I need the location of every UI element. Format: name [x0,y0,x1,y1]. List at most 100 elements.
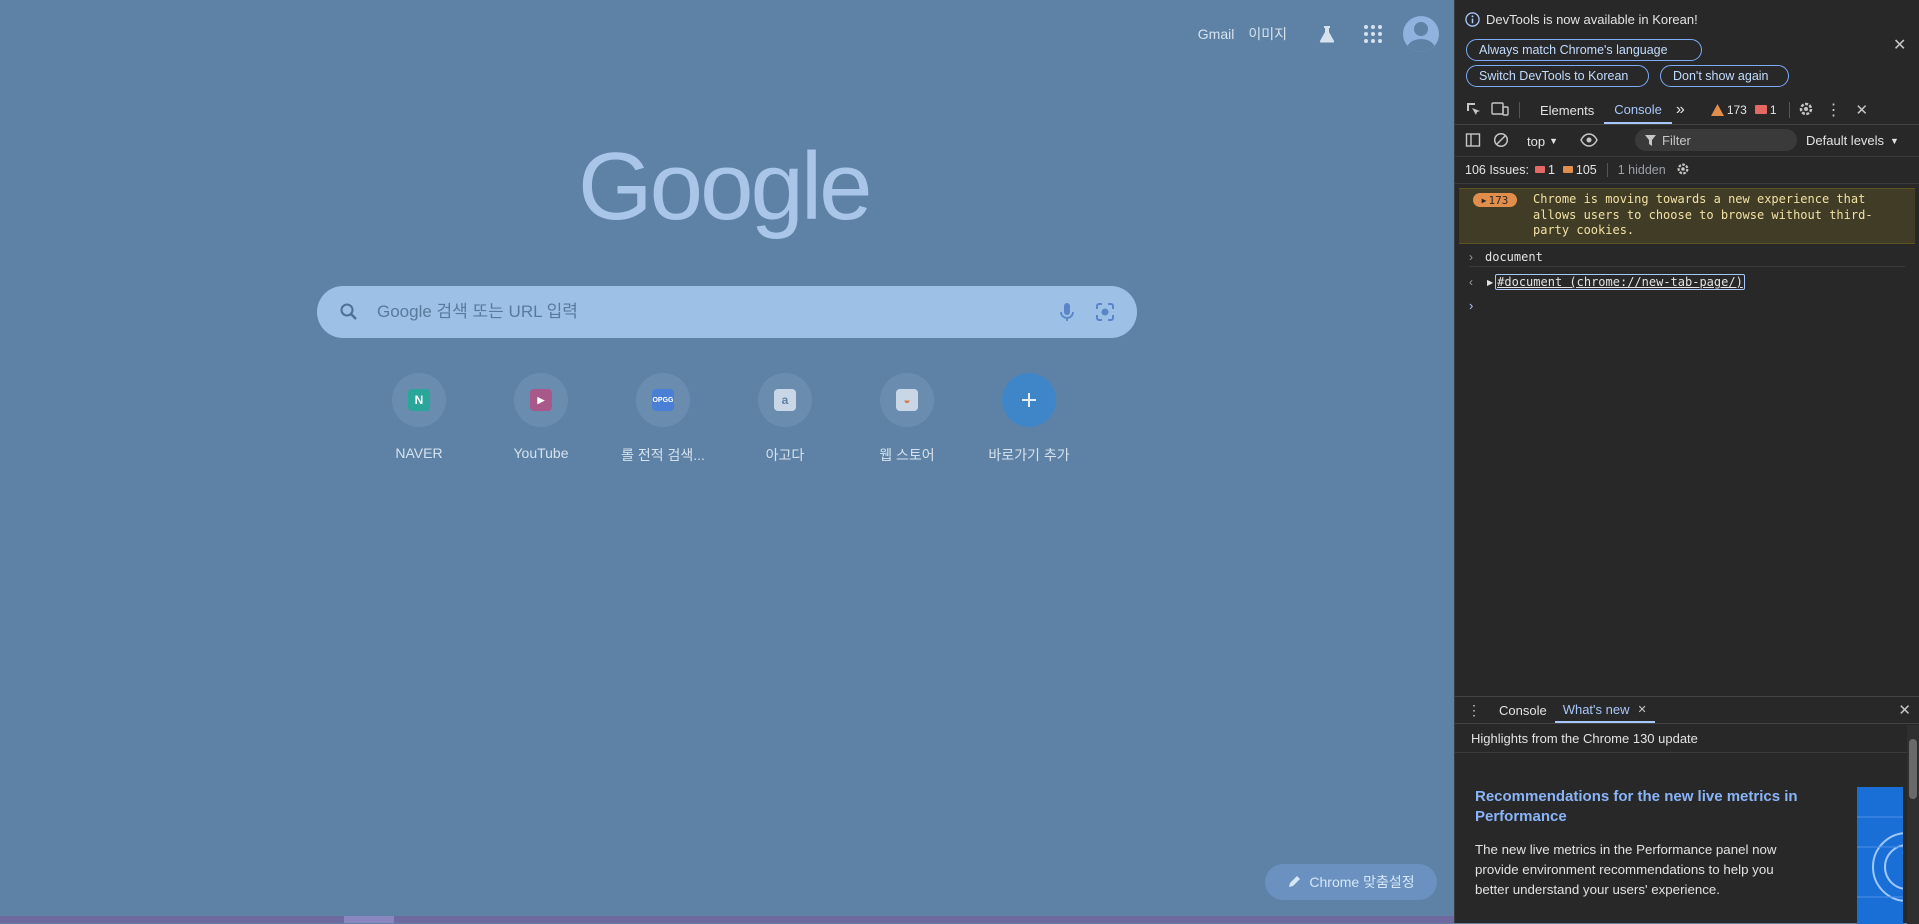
search-icon [339,302,359,322]
apps-grid-icon[interactable] [1353,14,1393,54]
language-banner: DevTools is now available in Korean! Alw… [1455,0,1919,96]
scrollbar-thumb[interactable] [1909,739,1917,799]
warning-text: Chrome is moving towards a new experienc… [1533,192,1873,237]
drawer-menu-icon[interactable]: ⋮ [1467,702,1481,719]
google-lens-icon[interactable] [1093,300,1117,329]
microphone-icon[interactable] [1059,300,1075,329]
close-drawer-icon[interactable]: ✕ [1898,701,1911,719]
always-match-language-button[interactable]: Always match Chrome's language [1466,39,1702,61]
console-prompt[interactable]: › [1469,298,1473,313]
filter-input[interactable]: Filter [1635,129,1797,151]
warning-icon [1710,104,1724,116]
inspect-element-icon[interactable] [1465,101,1481,120]
close-devtools-icon[interactable]: ✕ [1856,101,1869,119]
drawer-scrollbar[interactable] [1907,725,1919,924]
close-banner-icon[interactable]: ✕ [1893,38,1906,54]
shortcut-agoda[interactable]: a 아고다 [724,373,846,485]
taskbar-segment [344,916,394,923]
shortcut-label: NAVER [395,445,443,461]
shortcut-add[interactable]: 바로가기 추가 [968,373,1090,485]
separator [1788,102,1790,118]
log-levels-dropdown[interactable]: Default levels ▼ [1806,133,1899,148]
shortcut-circle: N [392,373,446,427]
drawer-tab-whats-new[interactable]: What's new ✕ [1554,697,1655,723]
expand-arrow-icon: ▶ [1481,195,1487,205]
top-bar: Gmail 이미지 [1198,16,1439,52]
errors-count: 1 [1769,103,1777,117]
opgg-icon: OPGG [652,389,674,411]
more-tabs-icon[interactable]: » [1672,96,1689,124]
gmail-link[interactable]: Gmail [1198,26,1235,42]
settings-gear-icon[interactable] [1798,101,1814,120]
issues-label: 106 Issues: [1465,163,1529,177]
google-logo: Google [578,133,873,240]
labs-flask-icon[interactable] [1307,14,1347,54]
dropdown-arrow-icon: ▼ [1890,135,1899,146]
drawer-tab-console[interactable]: Console [1491,697,1555,723]
taskbar-strip [0,916,1455,923]
new-tab-page: Gmail 이미지 Google N NAVER [0,0,1455,923]
shortcut-circle: ▶ [514,373,568,427]
customize-chrome-button[interactable]: Chrome 맞춤설정 [1265,864,1437,900]
search-box[interactable] [317,286,1137,338]
filter-funnel-icon [1645,134,1656,146]
live-expression-eye-icon[interactable] [1580,132,1598,150]
tab-console[interactable]: Console [1604,96,1672,124]
issues-errors[interactable]: 1 [1534,163,1555,177]
naver-icon: N [408,389,430,411]
youtube-icon: ▶ [530,389,552,411]
errors-counter[interactable]: 1 [1754,103,1777,117]
error-icon [1534,166,1545,173]
console-input-text[interactable]: document [1485,250,1543,264]
images-link[interactable]: 이미지 [1248,24,1287,44]
clear-console-icon[interactable] [1493,132,1509,151]
log-levels-label: Default levels [1806,133,1885,148]
switch-to-korean-button[interactable]: Switch DevTools to Korean [1466,65,1649,87]
context-selector[interactable]: top ▼ [1527,134,1558,149]
separator [1606,163,1608,177]
shortcut-label: 웹 스토어 [879,447,935,463]
drawer-tabbar: ⋮ Console What's new ✕ ✕ [1455,697,1919,724]
document-result-link[interactable]: #document (chrome://new-tab-page/) [1495,274,1745,290]
devtools-panel: DevTools is now available in Korean! Alw… [1455,0,1919,924]
close-tab-icon[interactable]: ✕ [1638,703,1647,716]
shortcut-opgg[interactable]: OPGG 롤 전적 검색... [602,373,724,485]
whats-new-label: What's new [1562,701,1630,717]
article-body: The new live metrics in the Performance … [1475,842,1777,897]
shortcut-label: 롤 전적 검색... [621,447,705,463]
webstore-icon: ◒ [896,389,918,411]
account-avatar[interactable] [1403,16,1439,52]
issues-warnings[interactable]: 105 [1562,163,1597,177]
device-toolbar-icon[interactable] [1491,101,1509,120]
shortcut-label: 아고다 [765,447,805,463]
more-options-icon[interactable]: ⋮ [1826,100,1842,120]
tab-elements[interactable]: Elements [1530,96,1604,124]
input-chevron-icon: › [1469,250,1473,264]
error-icon [1754,105,1767,114]
warnings-counter[interactable]: 173 [1710,103,1747,117]
shortcut-naver[interactable]: N NAVER [358,373,480,485]
shortcuts-row: N NAVER ▶ YouTube OPGG 롤 전적 검색... a 아고다 … [358,373,1090,485]
shortcut-youtube[interactable]: ▶ YouTube [480,373,602,485]
search-input[interactable] [375,301,1019,323]
console-input-entry: › document [1469,248,1905,267]
warnings-count: 173 [1726,103,1747,117]
console-warning-message[interactable]: ▶ 173 Chrome is moving towards a new exp… [1459,188,1915,244]
sidebar-toggle-icon[interactable] [1465,132,1481,151]
shortcut-circle: OPGG [636,373,690,427]
dont-show-again-button[interactable]: Don't show again [1660,65,1789,87]
warning-repeat-count: 173 [1488,193,1509,207]
shortcut-webstore[interactable]: ◒ 웹 스토어 [846,373,968,485]
issues-warnings-count: 105 [1575,163,1597,177]
issues-errors-count: 1 [1547,163,1555,177]
drawer-panel: ⋮ Console What's new ✕ ✕ Highlights from… [1455,696,1919,924]
customize-label: Chrome 맞춤설정 [1309,874,1415,890]
article-title[interactable]: Recommendations for the new live metrics… [1475,787,1815,827]
info-icon [1465,12,1480,27]
issues-bar[interactable]: 106 Issues: 1 105 1 hidden [1455,157,1919,184]
expand-arrow-icon[interactable]: ▶ [1487,278,1493,287]
shortcut-label: 바로가기 추가 [988,447,1070,463]
issues-settings-gear-icon[interactable] [1676,162,1690,179]
banner-text: DevTools is now available in Korean! [1486,12,1698,27]
agoda-icon: a [774,389,796,411]
